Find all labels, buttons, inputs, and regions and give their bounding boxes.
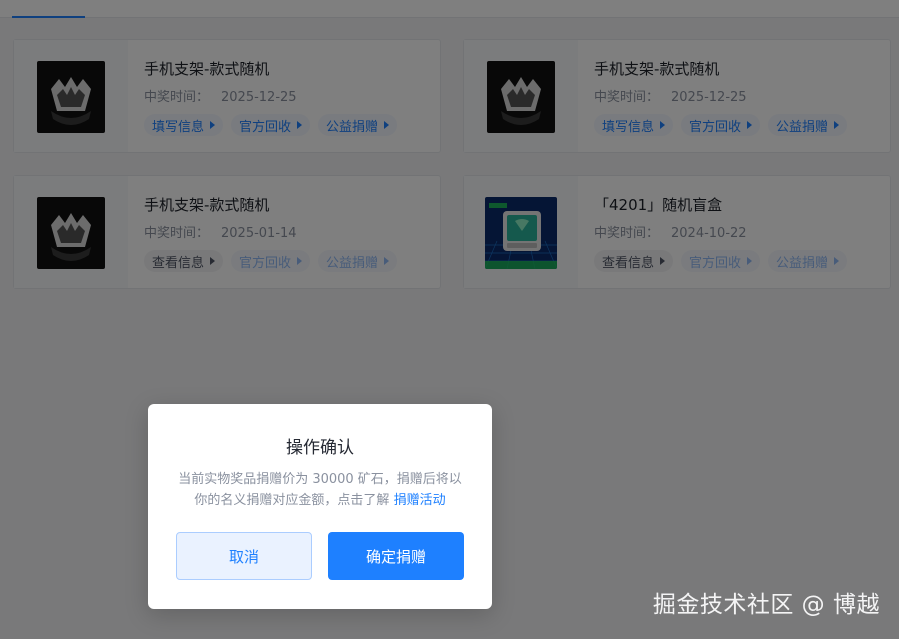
cancel-button[interactable]: 取消 (176, 532, 312, 580)
dialog-title: 操作确认 (286, 438, 354, 458)
confirm-donate-button[interactable]: 确定捐赠 (328, 532, 464, 580)
confirm-dialog: 操作确认 当前实物奖品捐赠价为 30000 矿石，捐赠后将以你的名义捐赠对应金额… (148, 404, 492, 609)
dialog-message: 当前实物奖品捐赠价为 30000 矿石，捐赠后将以你的名义捐赠对应金额，点击了解… (172, 469, 468, 511)
donation-activity-link[interactable]: 捐赠活动 (394, 493, 446, 508)
watermark: 掘金技术社区 @ 博越 (652, 592, 880, 618)
